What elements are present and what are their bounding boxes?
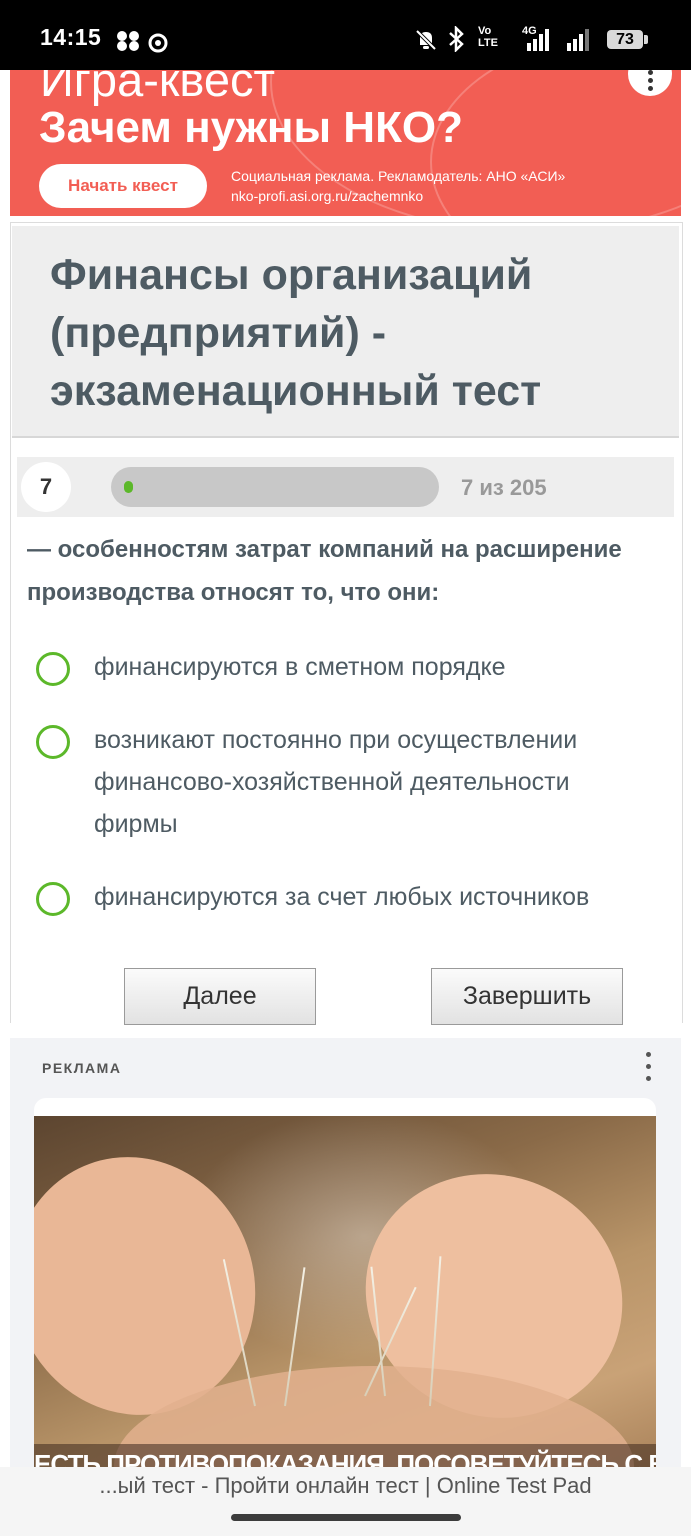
home-indicator[interactable] (231, 1514, 461, 1521)
ad-label: РЕКЛАМА (42, 1060, 122, 1076)
ad-disclaimer: Социальная реклама. Рекламодатель: АНО «… (231, 168, 566, 184)
answer-label[interactable]: финансируются в сметном порядке (94, 646, 654, 688)
vpn-icon (148, 33, 168, 53)
bottom-ad[interactable]: РЕКЛАМА ЕСТЬ ПРОТИВОПОКАЗАНИЯ. ПОСОВЕТУЙ… (10, 1038, 681, 1478)
bluetooth-icon (449, 26, 464, 52)
finish-button[interactable]: Завершить (431, 968, 623, 1025)
progress-count: 7 из 205 (461, 475, 547, 500)
start-quest-button[interactable]: Начать квест (39, 164, 207, 208)
progress-row: 7 7 из 205 (17, 457, 674, 517)
page-title: Финансы организаций (предприятий) - экза… (50, 251, 542, 415)
answer-label[interactable]: финансируются за счет любых источников (94, 876, 654, 918)
signal-icon (527, 29, 589, 51)
more-options-icon[interactable] (646, 1052, 652, 1084)
browser-bottom-bar[interactable]: ...ый тест - Пройти онлайн тест | Online… (0, 1467, 691, 1536)
question-text: — особенностям затрат компаний на расшир… (27, 536, 622, 606)
next-button[interactable]: Далее (124, 968, 316, 1025)
battery-tip (644, 35, 648, 44)
ad-image[interactable]: ЕСТЬ ПРОТИВОПОКАЗАНИЯ. ПОСОВЕТУЙТЕСЬ С В… (34, 1116, 656, 1478)
answer-label[interactable]: возникают постоянно при осуществлении фи… (94, 719, 654, 845)
battery-indicator: 73 (607, 30, 643, 49)
ad-title: Игра-квест (40, 70, 276, 106)
radio-button[interactable] (36, 725, 70, 759)
radio-button[interactable] (36, 882, 70, 916)
mute-icon (415, 29, 437, 51)
fan-icon (117, 31, 139, 51)
ad-card[interactable]: ЕСТЬ ПРОТИВОПОКАЗАНИЯ. ПОСОВЕТУЙТЕСЬ С В… (34, 1098, 656, 1478)
volte-label: Vo LTE (478, 25, 498, 49)
ad-headline: Зачем нужны НКО? (39, 103, 464, 152)
top-ad-banner[interactable]: Игра-квест Зачем нужны НКО? Начать квест… (10, 70, 681, 216)
question-number: 7 (21, 462, 71, 512)
radio-button[interactable] (36, 652, 70, 686)
title-box: Финансы организаций (предприятий) - экза… (12, 226, 679, 438)
progress-fill (124, 481, 133, 493)
status-bar: 14:15 Vo LTE 4G 73 (0, 0, 691, 70)
ad-url: nko-profi.asi.org.ru/zachemnko (231, 188, 424, 204)
tab-title[interactable]: ...ый тест - Пройти онлайн тест | Online… (0, 1473, 691, 1499)
progress-bar (111, 467, 439, 507)
status-time: 14:15 (40, 24, 102, 50)
